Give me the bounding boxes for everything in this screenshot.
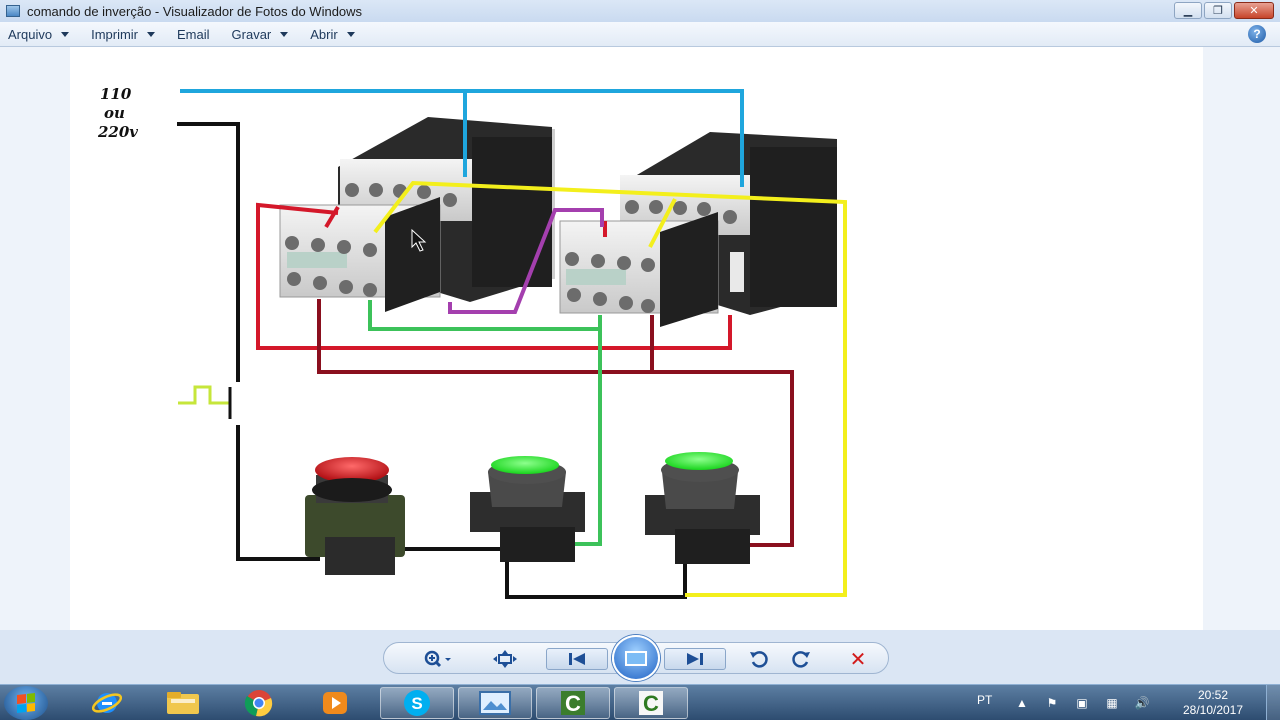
svg-text:S: S [411, 694, 422, 713]
start-button-green-right [645, 452, 760, 564]
wiring-diagram [177, 89, 847, 599]
taskbar-chrome[interactable] [222, 687, 296, 719]
media-player-icon [323, 692, 347, 714]
start-button-green-left [470, 456, 585, 562]
taskbar-cade-simu[interactable]: C [536, 687, 610, 719]
slideshow-icon [625, 650, 647, 666]
menu-gravar[interactable]: Gravar [232, 27, 289, 42]
network-status-icon[interactable]: ▦ [1104, 695, 1120, 711]
restore-icon: ❐ [1213, 5, 1223, 17]
chevron-down-icon [61, 31, 70, 37]
show-desktop-button[interactable] [1266, 685, 1280, 720]
taskbar-skype[interactable]: S [380, 687, 454, 719]
minimize-icon: ▁ [1183, 5, 1193, 17]
menu-arquivo[interactable]: Arquivo [8, 27, 70, 42]
windows-logo-icon [17, 693, 35, 713]
network-icon[interactable]: ▣ [1074, 695, 1090, 711]
chrome-icon [244, 690, 273, 717]
chevron-down-icon [346, 31, 355, 37]
delete-icon: ✕ [849, 648, 867, 671]
fit-window-button[interactable] [490, 648, 520, 670]
next-icon [687, 653, 703, 665]
language-indicator[interactable]: PT [977, 693, 992, 707]
skype-icon: S [404, 690, 430, 716]
taskbar-file-explorer[interactable] [146, 687, 220, 719]
menu-abrir[interactable]: Abrir [310, 27, 355, 42]
taskbar-cade-simu-2[interactable]: C [614, 687, 688, 719]
minimize-button[interactable]: ▁ [1174, 2, 1202, 19]
zoom-icon [424, 650, 451, 668]
menu-bar: Arquivo Imprimir Email Gravar Abrir ? [0, 22, 1280, 47]
contactor-1 [279, 117, 555, 312]
taskbar-internet-explorer[interactable] [70, 687, 144, 719]
displayed-photo: 110 ou 220v [70, 47, 1203, 630]
photo-viewer-icon [479, 691, 511, 715]
window-title: comando de inverção - Visualizador de Fo… [27, 3, 363, 19]
photo-viewer-icon [6, 5, 20, 17]
next-button[interactable] [664, 648, 726, 670]
close-button[interactable]: ✕ [1234, 2, 1274, 19]
menu-email[interactable]: Email [177, 27, 210, 42]
chevron-down-icon [280, 31, 289, 37]
restore-button[interactable]: ❐ [1204, 2, 1232, 19]
chevron-down-icon [147, 31, 156, 37]
rotate-left-button[interactable] [746, 648, 772, 670]
slideshow-button[interactable] [612, 635, 660, 681]
photo-viewer-area: 110 ou 220v [0, 47, 1280, 630]
close-icon: ✕ [1249, 5, 1259, 17]
system-clock[interactable]: 20:52 28/10/2017 [1168, 688, 1258, 718]
clock-date: 28/10/2017 [1182, 703, 1244, 717]
taskbar-photo-viewer[interactable] [458, 687, 532, 719]
previous-button[interactable] [546, 648, 608, 670]
taskbar-media-player[interactable] [298, 687, 372, 719]
delete-button[interactable]: ✕ [845, 648, 871, 671]
contactor-2 [559, 132, 837, 327]
clock-time: 20:52 [1197, 688, 1229, 702]
file-explorer-icon [167, 692, 199, 714]
thermal-relay-symbol [178, 385, 230, 405]
help-icon[interactable]: ? [1248, 25, 1266, 43]
start-button[interactable] [4, 686, 48, 720]
rotate-left-icon [750, 651, 768, 668]
action-center-icon[interactable]: ⚑ [1044, 695, 1060, 711]
viewer-toolbar: ✕ [0, 630, 1280, 684]
svg-text:C: C [643, 691, 659, 716]
rotate-right-button[interactable] [788, 648, 814, 670]
svg-text:C: C [565, 691, 581, 716]
internet-explorer-icon [92, 693, 122, 713]
title-bar: comando de inverção - Visualizador de Fo… [0, 0, 1280, 22]
taskbar: S C C PT ▲ ⚑ ▣ ▦ 🔊 20:52 28/10/2017 [0, 684, 1280, 720]
previous-icon [569, 653, 585, 665]
show-hidden-icons-button[interactable]: ▲ [1014, 695, 1030, 711]
rotate-right-icon [792, 651, 810, 668]
cade-simu-icon: C [561, 691, 585, 716]
black-supply-wire [177, 122, 240, 382]
cade-simu-icon-2: C [639, 691, 663, 716]
fit-window-icon [493, 650, 517, 668]
menu-imprimir[interactable]: Imprimir [91, 27, 156, 42]
window-controls: ▁ ❐ ✕ [1174, 2, 1274, 19]
volume-icon[interactable]: 🔊 [1134, 695, 1150, 711]
zoom-button[interactable] [418, 648, 458, 670]
